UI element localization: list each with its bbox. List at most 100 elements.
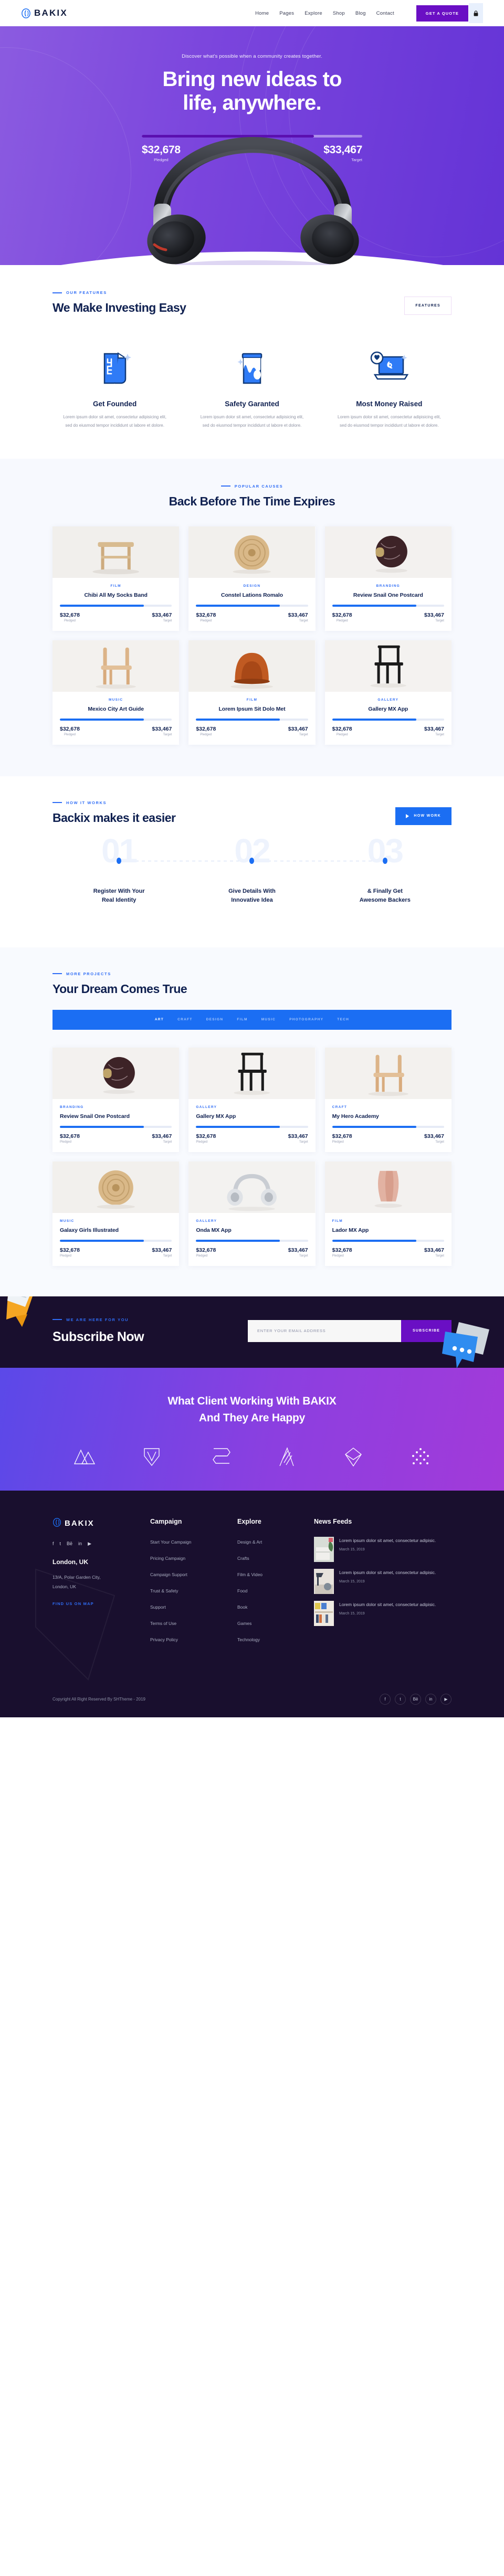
news-date: March 15, 2019 [339, 1580, 436, 1583]
footer-link[interactable]: Film & Video [237, 1572, 262, 1577]
footer-address: 13/A, Polar Garden City, London, UK [52, 1573, 142, 1592]
cause-card[interactable]: FILMLador MX App$32,678Pledged$33,467Tar… [325, 1162, 452, 1266]
youtube-icon[interactable]: ▶ [88, 1541, 91, 1547]
step-item: 01Register With YourReal Identity [52, 846, 185, 905]
tab-design[interactable]: DESIGN [206, 1018, 224, 1021]
news-feed-item[interactable]: Lorem ipsum dolor sit amet, consectetur … [314, 1537, 452, 1562]
cause-card[interactable]: MUSICGalaxy Girls Illustrated$32,678Pled… [52, 1162, 179, 1266]
facebook-icon[interactable]: f [52, 1541, 54, 1546]
card-title[interactable]: Galaxy Girls Illustrated [60, 1227, 172, 1233]
subscribe-eyebrow: WE ARE HERE FOR YOU [52, 1317, 144, 1322]
cause-card[interactable]: GALLERYGallery MX App$32,678Pledged$33,4… [188, 1048, 315, 1152]
cause-card[interactable]: BRANDINGReview Snail One Postcard$32,678… [52, 1048, 179, 1152]
tab-film[interactable]: FILM [237, 1018, 247, 1021]
cause-card[interactable]: GALLERYOnda MX App$32,678Pledged$33,467T… [188, 1162, 315, 1266]
footer-link[interactable]: Start Your Campaign [150, 1539, 191, 1545]
card-title[interactable]: Gallery MX App [196, 1113, 308, 1120]
footer-link[interactable]: Terms of Use [150, 1621, 176, 1626]
news-text: Lorem ipsum dolor sit amet, consectetur … [339, 1601, 436, 1608]
footer-link[interactable]: Food [237, 1588, 247, 1593]
behance-icon[interactable]: Bē [410, 1694, 421, 1705]
news-feed-item[interactable]: Lorem ipsum dolor sit amet, consectetur … [314, 1601, 452, 1626]
footer-link[interactable]: Campaign Support [150, 1572, 187, 1577]
news-date: March 15, 2019 [339, 1548, 436, 1551]
lock-button[interactable] [469, 3, 483, 23]
footer-link[interactable]: Pricing Campaign [150, 1556, 185, 1561]
card-title[interactable]: Review Snail One Postcard [60, 1113, 172, 1120]
step-item: 02Give Details WithInnovative Idea [185, 846, 318, 905]
nav-item-pages[interactable]: Pages [279, 10, 294, 16]
card-progress-bar [196, 719, 308, 721]
footer-bottom-social-links: ft Bēin ▶ [380, 1694, 452, 1705]
projects-eyebrow-text: MORE PROJECTS [66, 972, 111, 976]
site-footer: BAKIX ftBēin▶ London, UK 13/A, Polar Gar… [0, 1491, 504, 1717]
nav-item-explore[interactable]: Explore [304, 10, 322, 16]
linkedin-icon[interactable]: in [78, 1541, 82, 1546]
footer-link-item: Privacy Policy [150, 1634, 229, 1644]
card-title[interactable]: Lador MX App [332, 1227, 444, 1233]
facebook-icon[interactable]: f [380, 1694, 391, 1705]
card-title[interactable]: Constel Lations Romalo [196, 592, 308, 598]
footer-explore-column: Explore Design & ArtCraftsFilm & VideoFo… [237, 1518, 306, 1651]
youtube-icon[interactable]: ▶ [440, 1694, 452, 1705]
cause-card[interactable]: GALLERYGallery MX App$32,678Pledged$33,4… [325, 640, 452, 745]
nav-item-contact[interactable]: Contact [376, 10, 394, 16]
card-pledged: $32,678Pledged [60, 612, 80, 622]
causes-eyebrow-text: POPULAR CAUSES [235, 484, 283, 489]
footer-logo[interactable]: BAKIX [52, 1518, 142, 1529]
tab-tech[interactable]: TECH [337, 1018, 349, 1021]
twitter-icon[interactable]: t [60, 1541, 61, 1546]
footer-link[interactable]: Trust & Safety [150, 1588, 178, 1593]
footer-link[interactable]: Technology [237, 1637, 260, 1642]
news-feed-item[interactable]: Lorem ipsum dolor sit amet, consectetur … [314, 1569, 452, 1594]
card-title[interactable]: Onda MX App [196, 1227, 308, 1233]
card-title[interactable]: Chibi All My Socks Band [60, 592, 172, 598]
tab-craft[interactable]: CRAFT [177, 1018, 193, 1021]
logo[interactable]: BAKIX [21, 8, 68, 18]
card-title[interactable]: Review Snail One Postcard [332, 592, 444, 598]
news-thumbnail [314, 1537, 334, 1562]
card-category: BRANDING [332, 584, 444, 588]
card-title[interactable]: Mexico City Art Guide [60, 706, 172, 712]
get-a-quote-button[interactable]: GET A QUOTE [416, 5, 468, 22]
cause-card[interactable]: BRANDINGReview Snail One Postcard$32,678… [325, 526, 452, 631]
feature-title: Safety Garanted [190, 400, 314, 408]
card-title[interactable]: Gallery MX App [332, 706, 444, 712]
cause-card[interactable]: MUSICMexico City Art Guide$32,678Pledged… [52, 640, 179, 745]
card-title[interactable]: My Hero Academy [332, 1113, 444, 1120]
footer-link[interactable]: Book [237, 1604, 247, 1610]
find-us-on-map-link[interactable]: FIND US ON MAP [52, 1601, 94, 1606]
email-input[interactable] [248, 1320, 401, 1342]
features-button[interactable]: FEATURES [404, 297, 452, 315]
card-progress-bar [196, 605, 308, 607]
how-work-button[interactable]: HOW WORK [395, 807, 452, 825]
landing-page: BAKIX Home Pages Explore Shop Blog Conta… [0, 0, 504, 1717]
footer-link[interactable]: Privacy Policy [150, 1637, 178, 1642]
card-pledged: $32,678Pledged [332, 1133, 352, 1144]
behance-icon[interactable]: Bē [67, 1541, 72, 1546]
cause-card[interactable]: CRAFTMy Hero Academy$32,678Pledged$33,46… [325, 1048, 452, 1152]
footer-social-links: f t Bē in ▶ [52, 1541, 142, 1547]
causes-section: POPULAR CAUSES Back Before The Time Expi… [0, 459, 504, 776]
cause-card[interactable]: DESIGNConstel Lations Romalo$32,678Pledg… [188, 526, 315, 631]
tab-art[interactable]: ART [155, 1018, 164, 1021]
step-number: 02 [234, 831, 269, 870]
footer-link[interactable]: Games [237, 1621, 251, 1626]
footer-link-item: Trust & Safety [150, 1586, 229, 1595]
dash-icon [52, 292, 62, 293]
linkedin-icon[interactable]: in [425, 1694, 436, 1705]
cause-card[interactable]: FILMChibi All My Socks Band$32,678Pledge… [52, 526, 179, 631]
footer-link[interactable]: Crafts [237, 1556, 249, 1561]
nav-item-home[interactable]: Home [255, 10, 269, 16]
nav-item-shop[interactable]: Shop [333, 10, 345, 16]
twitter-icon[interactable]: t [395, 1694, 406, 1705]
footer-link[interactable]: Design & Art [237, 1539, 262, 1545]
tab-music[interactable]: MUSIC [261, 1018, 276, 1021]
footer-link[interactable]: Support [150, 1604, 166, 1610]
card-title[interactable]: Lorem Ipsum Sit Dolo Met [196, 706, 308, 712]
cause-card[interactable]: FILMLorem Ipsum Sit Dolo Met$32,678Pledg… [188, 640, 315, 745]
tab-photography[interactable]: PHOTOGRAPHY [289, 1018, 323, 1021]
shield-v-logo-icon [143, 1447, 161, 1470]
nav-item-blog[interactable]: Blog [355, 10, 366, 16]
card-category: GALLERY [332, 698, 444, 702]
